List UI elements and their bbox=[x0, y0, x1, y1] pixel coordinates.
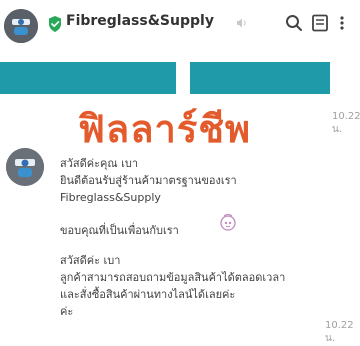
message2-line2: ลูกค้าสามารถสอบถามข้อมูลสินค้าได้ตลอดเวล… bbox=[60, 271, 286, 284]
sender-avatar[interactable] bbox=[6, 148, 44, 186]
message1-line1: สวัสดีค่ะคุณ เบา bbox=[60, 157, 138, 170]
banner-time: 10.22 น. bbox=[332, 111, 360, 135]
shield-icon bbox=[49, 16, 61, 32]
message2-line1: สวัสดีค่ะ เบา bbox=[60, 254, 121, 267]
banner-right-block bbox=[190, 62, 330, 94]
message1-line3: Fibreglass&Supply bbox=[60, 191, 161, 204]
message2-line3: และสั่งซื้อสินค้าผ่านทางไลน์ได้เลยค่ะ bbox=[60, 288, 236, 301]
search-icon[interactable] bbox=[285, 14, 303, 32]
avatar-icon bbox=[4, 9, 38, 43]
notes-icon[interactable] bbox=[311, 14, 329, 32]
message1-line2: ยินดีต้อนรับสู่ร้านค้ามาตรฐานของเรา bbox=[60, 174, 237, 187]
speaker-icon bbox=[237, 18, 246, 28]
message2-line4: ค่ะ bbox=[60, 305, 74, 318]
banner-left-block bbox=[0, 62, 176, 94]
chat-title: Fibreglass&Supply bbox=[66, 13, 214, 29]
avatar-icon bbox=[6, 148, 44, 186]
sticker-icon bbox=[220, 214, 236, 231]
more-icon[interactable] bbox=[336, 14, 348, 32]
app-bar: Fibreglass&Supply bbox=[0, 0, 360, 56]
banner-title: ฟิลลาร์ชีพ bbox=[78, 106, 252, 151]
message1-line4: ขอบคุณที่เป็นเพื่อนกับเรา bbox=[60, 224, 179, 237]
message-time: 10.22 น. bbox=[325, 320, 354, 344]
profile-avatar[interactable] bbox=[4, 9, 38, 43]
